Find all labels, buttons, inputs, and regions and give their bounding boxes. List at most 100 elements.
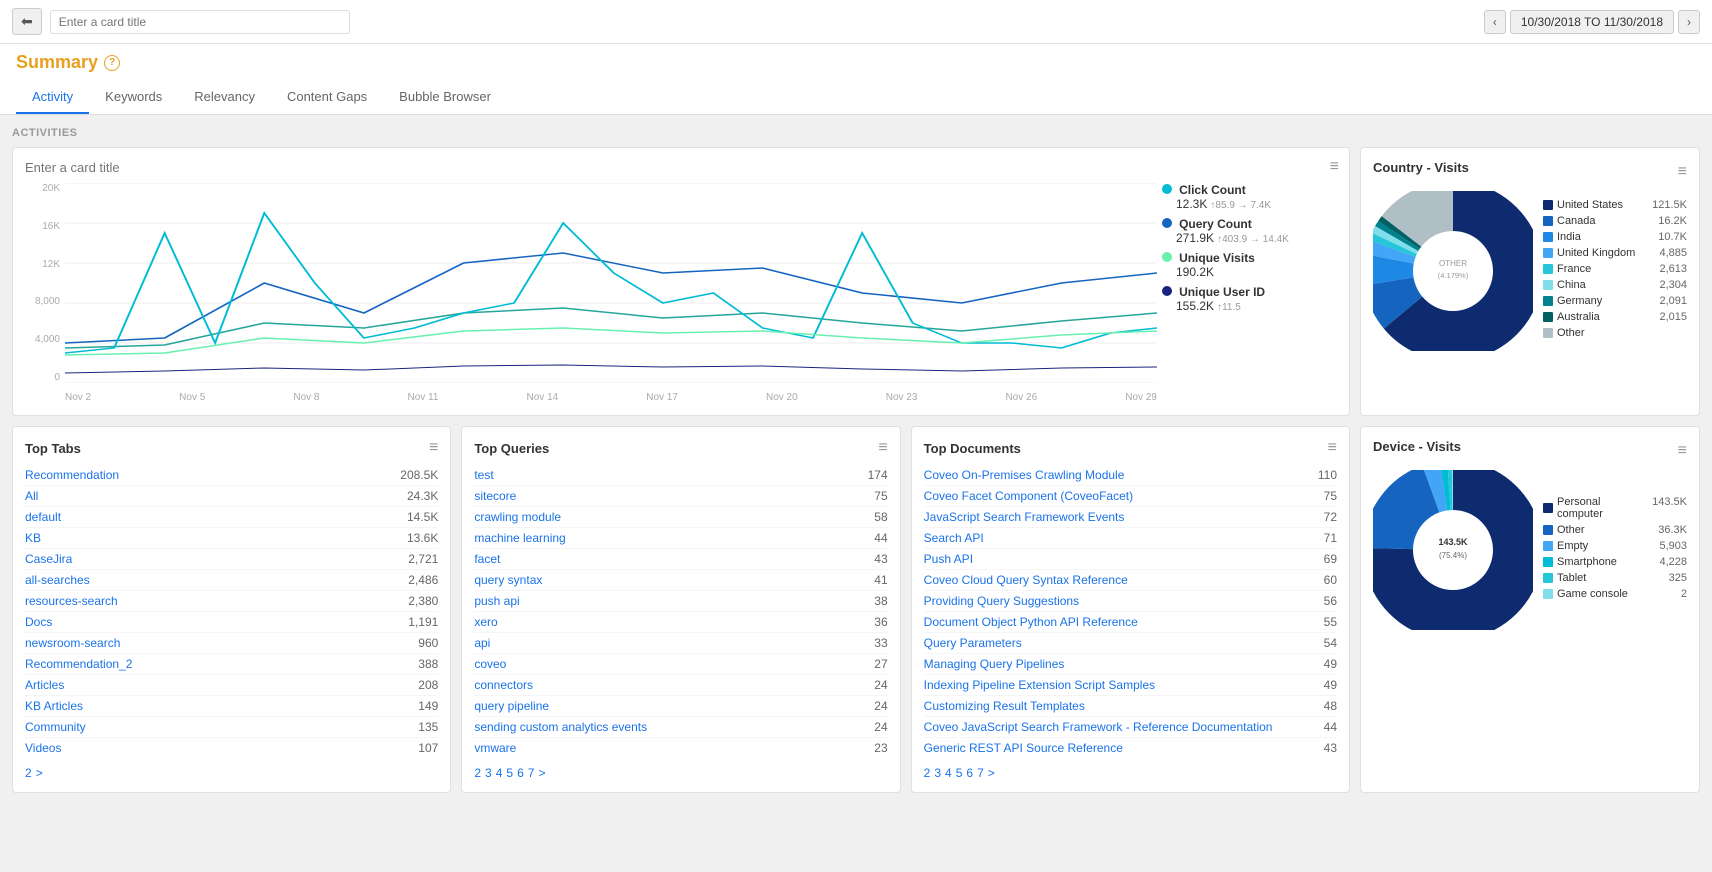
list-item: connectors24 (474, 675, 887, 696)
dpage-4[interactable]: 4 (945, 766, 952, 780)
tab-link-casejira[interactable]: CaseJira (25, 552, 72, 566)
list-item: Coveo Cloud Query Syntax Reference60 (924, 570, 1337, 591)
doc-link-4[interactable]: Search API (924, 531, 984, 545)
device-legend-tablet: Tablet 325 (1543, 572, 1687, 584)
sq-us (1543, 200, 1553, 210)
tab-link-docs[interactable]: Docs (25, 615, 52, 629)
doc-link-14[interactable]: Generic REST API Source Reference (924, 741, 1123, 755)
qpage-5[interactable]: 5 (506, 766, 513, 780)
query-link-facet[interactable]: facet (474, 552, 500, 566)
info-icon[interactable]: ? (104, 55, 120, 71)
dpage-2[interactable]: 2 (924, 766, 931, 780)
count-fr: 2,613 (1659, 263, 1687, 275)
date-next-button[interactable]: › (1678, 10, 1700, 34)
page-2-link[interactable]: 2 (25, 766, 32, 780)
top-queries-menu-icon[interactable]: ≡ (878, 439, 887, 457)
device-menu-icon[interactable]: ≡ (1678, 442, 1687, 460)
dpage-6[interactable]: 6 (966, 766, 973, 780)
tab-activity[interactable]: Activity (16, 81, 89, 114)
query-count-coveo: 27 (874, 657, 887, 671)
tab-link-all[interactable]: All (25, 489, 38, 503)
tab-link-recommendation[interactable]: Recommendation (25, 468, 119, 482)
query-link-vmware[interactable]: vmware (474, 741, 516, 755)
top-docs-menu-icon[interactable]: ≡ (1328, 439, 1337, 457)
doc-link-3[interactable]: JavaScript Search Framework Events (924, 510, 1125, 524)
search-input[interactable] (50, 10, 350, 34)
country-legend-au: Australia 2,015 (1543, 311, 1687, 323)
query-link-coveo[interactable]: coveo (474, 657, 506, 671)
tab-link-recommendation2[interactable]: Recommendation_2 (25, 657, 132, 671)
tab-link-articles[interactable]: Articles (25, 678, 64, 692)
dpage-next[interactable]: > (988, 766, 995, 780)
query-link-sending[interactable]: sending custom analytics events (474, 720, 647, 734)
tab-keywords[interactable]: Keywords (89, 81, 178, 114)
query-link-syntax[interactable]: query syntax (474, 573, 542, 587)
qpage-next[interactable]: > (538, 766, 545, 780)
doc-link-13[interactable]: Coveo JavaScript Search Framework - Refe… (924, 720, 1273, 734)
sq-cn (1543, 280, 1553, 290)
legend-query-sub: ↑403.9 → 14.4K (1217, 234, 1289, 245)
qpage-3[interactable]: 3 (485, 766, 492, 780)
back-button[interactable]: ⬅ (12, 8, 42, 35)
count-de: 2,091 (1659, 295, 1687, 307)
doc-link-2[interactable]: Coveo Facet Component (CoveoFacet) (924, 489, 1133, 503)
query-link-ml[interactable]: machine learning (474, 531, 565, 545)
qpage-7[interactable]: 7 (528, 766, 535, 780)
country-menu-icon[interactable]: ≡ (1678, 163, 1687, 181)
tab-link-videos[interactable]: Videos (25, 741, 61, 755)
sq-other (1543, 328, 1553, 338)
qpage-6[interactable]: 6 (517, 766, 524, 780)
tab-link-newsroom[interactable]: newsroom-search (25, 636, 120, 650)
list-item: facet43 (474, 549, 887, 570)
legend-query-value: 271.9K (1176, 231, 1214, 245)
tab-link-all-searches[interactable]: all-searches (25, 573, 90, 587)
query-link-xero[interactable]: xero (474, 615, 497, 629)
query-link-push-api[interactable]: push api (474, 594, 519, 608)
query-link-crawling[interactable]: crawling module (474, 510, 561, 524)
doc-link-11[interactable]: Indexing Pipeline Extension Script Sampl… (924, 678, 1155, 692)
dpage-5[interactable]: 5 (956, 766, 963, 780)
top-bar-left: ⬅ (12, 8, 350, 35)
doc-link-10[interactable]: Managing Query Pipelines (924, 657, 1065, 671)
doc-link-9[interactable]: Query Parameters (924, 636, 1022, 650)
chart-title-input[interactable] (25, 160, 1337, 175)
sq-fr (1543, 264, 1553, 274)
page-next-link[interactable]: > (36, 766, 43, 780)
legend-query-label: Query Count (1179, 217, 1252, 231)
query-count-syntax: 41 (874, 573, 887, 587)
query-link-sitecore[interactable]: sitecore (474, 489, 516, 503)
query-link-connectors[interactable]: connectors (474, 678, 533, 692)
query-link-pipeline[interactable]: query pipeline (474, 699, 549, 713)
tab-link-default[interactable]: default (25, 510, 61, 524)
dpage-3[interactable]: 3 (934, 766, 941, 780)
tab-link-kb-articles[interactable]: KB Articles (25, 699, 83, 713)
doc-link-8[interactable]: Document Object Python API Reference (924, 615, 1138, 629)
tab-link-kb[interactable]: KB (25, 531, 41, 545)
chart-area: Click Count 12.3K ↑85.9 → 7.4K Query Cou… (25, 183, 1337, 403)
chart-menu-icon[interactable]: ≡ (1330, 158, 1339, 176)
qpage-2[interactable]: 2 (474, 766, 481, 780)
doc-link-5[interactable]: Push API (924, 552, 973, 566)
tab-link-resources-search[interactable]: resources-search (25, 594, 118, 608)
dpage-7[interactable]: 7 (977, 766, 984, 780)
tab-bubble-browser[interactable]: Bubble Browser (383, 81, 507, 114)
doc-link-1[interactable]: Coveo On-Premises Crawling Module (924, 468, 1125, 482)
list-item: Customizing Result Templates48 (924, 696, 1337, 717)
doc-link-6[interactable]: Coveo Cloud Query Syntax Reference (924, 573, 1128, 587)
query-link-api[interactable]: api (474, 636, 490, 650)
tab-content-gaps[interactable]: Content Gaps (271, 81, 383, 114)
tab-relevancy[interactable]: Relevancy (178, 81, 271, 114)
doc-link-12[interactable]: Customizing Result Templates (924, 699, 1085, 713)
tab-count-all: 24.3K (407, 489, 438, 503)
date-prev-button[interactable]: ‹ (1484, 10, 1506, 34)
query-link-test[interactable]: test (474, 468, 493, 482)
top-tabs-menu-icon[interactable]: ≡ (429, 439, 438, 457)
list-item: Indexing Pipeline Extension Script Sampl… (924, 675, 1337, 696)
tab-link-community[interactable]: Community (25, 720, 86, 734)
x-label-nov8: Nov 8 (293, 392, 319, 403)
y-label-8k: 8,000 (35, 296, 60, 307)
query-count-sitecore: 75 (874, 489, 887, 503)
qpage-4[interactable]: 4 (496, 766, 503, 780)
list-item: crawling module58 (474, 507, 887, 528)
doc-link-7[interactable]: Providing Query Suggestions (924, 594, 1079, 608)
